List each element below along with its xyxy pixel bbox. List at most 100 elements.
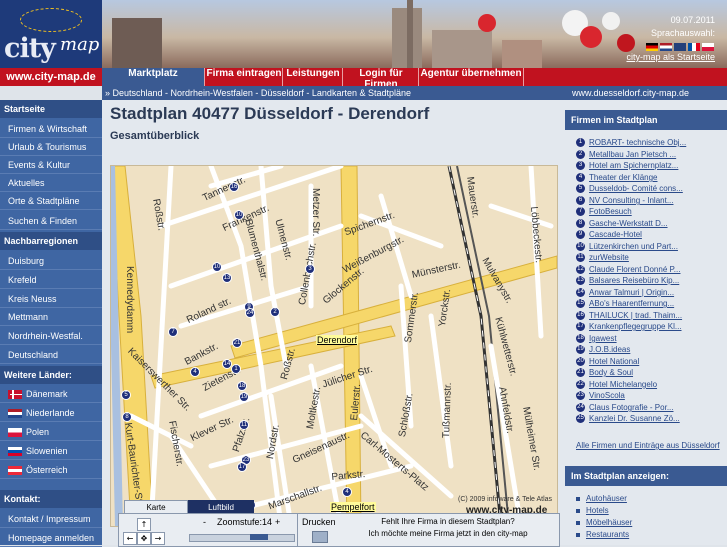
- pan-up-icon[interactable]: ↑: [137, 518, 151, 531]
- firm-item[interactable]: 2 Metallbau Jan Pietsch ...: [576, 149, 676, 160]
- firm-item[interactable]: 6 NV Consulting - Inlant...: [576, 195, 673, 206]
- zoom-plus-button[interactable]: +: [275, 517, 280, 527]
- map-marker[interactable]: 5: [121, 390, 131, 400]
- map-marker[interactable]: 4: [342, 487, 352, 497]
- firm-item[interactable]: 9 Cascade-Hotel: [576, 229, 642, 240]
- category-hotels[interactable]: Hotels: [576, 505, 609, 517]
- sidebar-item-slowenien[interactable]: Slowenien: [0, 442, 102, 460]
- flag-icon[interactable]: [674, 42, 686, 51]
- print-button[interactable]: Drucken: [297, 514, 338, 546]
- show-in-map-heading: Im Stadtplan anzeigen:: [565, 466, 727, 486]
- sidebar-item-daenemark[interactable]: Dänemark: [0, 385, 102, 403]
- firm-item[interactable]: 21 Body & Soul: [576, 367, 633, 378]
- marker-icon: 2: [576, 150, 585, 160]
- firm-label: Cascade-Hotel: [589, 230, 642, 239]
- map-marker[interactable]: 4: [190, 367, 200, 377]
- sidebar-item-oesterreich[interactable]: Österreich: [0, 461, 102, 479]
- map-marker[interactable]: 7: [168, 327, 178, 337]
- logo-url[interactable]: www.city-map.de: [0, 68, 102, 86]
- firm-item[interactable]: 3 Hotel am Spichernplatz...: [576, 160, 678, 171]
- category-restaurants[interactable]: Restaurants: [576, 529, 629, 541]
- sidebar-item-deutschland[interactable]: Deutschland: [0, 346, 102, 364]
- flag-icon[interactable]: [646, 42, 658, 51]
- zoom-slider[interactable]: [189, 534, 295, 542]
- sidebar-item-neuss[interactable]: Kreis Neuss: [0, 290, 102, 308]
- firm-item[interactable]: 19 J.O.B.ideas: [576, 344, 630, 355]
- flag-icon[interactable]: [688, 42, 700, 51]
- map-marker[interactable]: 18: [237, 381, 247, 391]
- sidebar-item-krefeld[interactable]: Krefeld: [0, 271, 102, 289]
- district-label-pempelfort[interactable]: Pempelfort: [330, 502, 376, 512]
- category-autohaeuser[interactable]: Autohäuser: [576, 493, 627, 505]
- firm-item[interactable]: 14 Anwar Talmuri | Origin...: [576, 287, 674, 298]
- sidebar-item-orte[interactable]: Orte & Stadtpläne: [0, 192, 102, 210]
- district-label[interactable]: Derendorf: [316, 335, 359, 345]
- sidebar-item-urlaub[interactable]: Urlaub & Tourismus: [0, 138, 102, 156]
- firm-item[interactable]: 10 Lützenkirchen und Part...: [576, 241, 678, 252]
- nav-marktplatz[interactable]: Marktplatz: [102, 68, 204, 86]
- firm-item[interactable]: 18 Igawest: [576, 333, 617, 344]
- map-marker[interactable]: 19: [239, 392, 249, 402]
- pan-right-icon[interactable]: →: [151, 532, 165, 545]
- category-moebelhaeuser[interactable]: Möbelhäuser: [576, 517, 632, 529]
- map-marker[interactable]: 1: [231, 364, 241, 374]
- firm-item[interactable]: 7 FotoBesuch: [576, 206, 632, 217]
- nav-leistungen[interactable]: Leistungen: [282, 68, 343, 86]
- map-marker[interactable]: 2: [270, 307, 280, 317]
- firm-item[interactable]: 15 ABo's Haarentfernung...: [576, 298, 674, 309]
- language-flags[interactable]: [600, 40, 715, 51]
- zoom-slider-handle[interactable]: [250, 534, 268, 540]
- firm-item[interactable]: 24 Claus Fotografie - Por...: [576, 402, 673, 413]
- firm-item[interactable]: 16 THAILUCK | trad. Thaim...: [576, 310, 682, 321]
- firm-item[interactable]: 5 Dusseldob- Comité cons...: [576, 183, 683, 194]
- nav-agentur[interactable]: Agentur übernehmen: [418, 68, 524, 86]
- marker-icon: 21: [576, 368, 585, 378]
- firm-item[interactable]: 4 Theater der Klänge: [576, 172, 658, 183]
- sidebar-item-aktuelles[interactable]: Aktuelles: [0, 174, 102, 192]
- firm-item[interactable]: 11 zurWebsite: [576, 252, 629, 263]
- map-marker[interactable]: 13: [222, 273, 232, 283]
- sidebar-item-mettmann[interactable]: Mettmann: [0, 308, 102, 326]
- firm-item[interactable]: 12 Claude Florent Donné P...: [576, 264, 680, 275]
- zoom-minus-button[interactable]: -: [203, 517, 206, 527]
- map-marker[interactable]: 21: [232, 338, 242, 348]
- homepage-link[interactable]: city-map als Startseite: [600, 51, 715, 64]
- firm-item[interactable]: 20 Hotel National: [576, 356, 639, 367]
- map-marker[interactable]: 10: [212, 262, 222, 272]
- firm-item[interactable]: 1 ROBART- technische Obj...: [576, 137, 686, 148]
- firm-item[interactable]: 8 Gasche-Werkstatt D...: [576, 218, 668, 229]
- sidebar-item-events[interactable]: Events & Kultur: [0, 156, 102, 174]
- map-marker[interactable]: 11: [239, 420, 249, 430]
- sidebar-item-homepage[interactable]: Homepage anmelden: [0, 529, 102, 547]
- firm-item[interactable]: 13 Balsares Reisebüro Kip...: [576, 275, 679, 286]
- pan-left-icon[interactable]: ←: [123, 532, 137, 545]
- pan-center-icon[interactable]: ✥: [137, 532, 151, 545]
- firm-item[interactable]: 25 Kanzlei Dr. Susanne Zö...: [576, 413, 680, 424]
- all-firms-link[interactable]: Alle Firmen und Einträge aus Düsseldorf: [576, 441, 720, 450]
- sidebar-item-kontakt[interactable]: Kontakt / Impressum: [0, 510, 102, 528]
- sidebar-item-polen[interactable]: Polen: [0, 423, 102, 441]
- map-marker[interactable]: 10: [234, 210, 244, 220]
- map-marker[interactable]: 17: [237, 462, 247, 472]
- map-marker[interactable]: 16: [229, 182, 239, 192]
- breadcrumb[interactable]: » Deutschland - Nordrhein-Westfalen - Dü…: [105, 86, 411, 100]
- nav-login[interactable]: Login für Firmen: [342, 68, 419, 90]
- sidebar-heading-start[interactable]: Startseite: [0, 100, 102, 118]
- missing-firm-notice[interactable]: Fehlt Ihre Firma in diesem Stadtplan? Ic…: [341, 516, 555, 540]
- map-marker[interactable]: 24: [245, 308, 255, 318]
- nav-firma-eintragen[interactable]: Firma eintragen: [204, 68, 283, 86]
- sidebar-item-nrw[interactable]: Nordrhein-Westfal.: [0, 327, 102, 345]
- sidebar-item-niederlande[interactable]: Niederlande: [0, 404, 102, 422]
- firm-item[interactable]: 17 Krankenpflegegruppe Kl...: [576, 321, 682, 332]
- flag-icon[interactable]: [702, 42, 714, 51]
- city-map[interactable]: Tannenstr. Roßstr. Frankenstr. Blumentha…: [110, 165, 558, 527]
- sidebar-item-firmen[interactable]: Firmen & Wirtschaft: [0, 120, 102, 138]
- sidebar-item-duisburg[interactable]: Duisburg: [0, 252, 102, 270]
- map-marker[interactable]: 8: [122, 412, 132, 422]
- sidebar-item-suchen[interactable]: Suchen & Finden: [0, 212, 102, 230]
- map-marker[interactable]: 3: [305, 264, 315, 274]
- firm-item[interactable]: 22 Hotel Michelangelo: [576, 379, 657, 390]
- site-url[interactable]: www.duesseldorf.city-map.de: [572, 86, 689, 100]
- firm-item[interactable]: 23 VinoScola: [576, 390, 625, 401]
- flag-icon[interactable]: [660, 42, 672, 51]
